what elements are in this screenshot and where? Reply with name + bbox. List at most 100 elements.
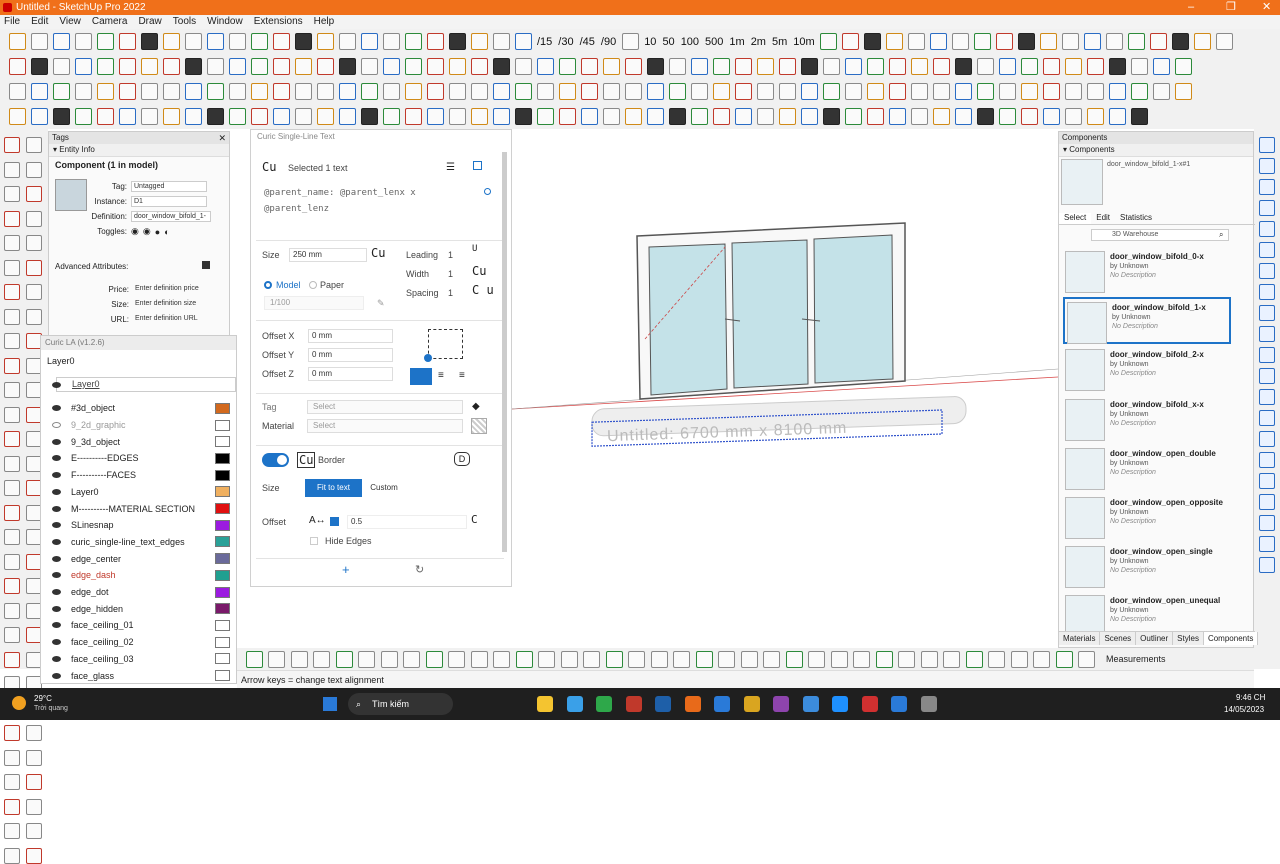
tool-button-icon[interactable]	[404, 83, 422, 100]
custom-button[interactable]: Custom	[364, 479, 404, 497]
tool-button-icon[interactable]	[8, 83, 26, 100]
tool-button-icon[interactable]	[952, 33, 970, 50]
tool-button-icon[interactable]	[910, 83, 928, 100]
view-tool-icon[interactable]	[1259, 221, 1275, 237]
tool-button-icon[interactable]	[886, 33, 904, 50]
layer-row[interactable]: F----------FACES	[41, 467, 238, 484]
tool-palette-icon[interactable]	[26, 161, 42, 178]
layer-row[interactable]: face_glass	[41, 667, 238, 684]
tool-button-icon[interactable]	[602, 83, 620, 100]
tool-button-icon[interactable]	[536, 58, 554, 75]
tool-button-icon[interactable]	[580, 108, 598, 125]
visibility-eye-icon[interactable]	[52, 655, 61, 662]
tool-palette-icon[interactable]	[4, 823, 20, 839]
tool-palette-icon[interactable]	[4, 749, 20, 766]
tool-button-icon[interactable]	[668, 108, 686, 125]
components-subheader[interactable]: ▾ Components	[1059, 144, 1253, 157]
tool-button-icon[interactable]	[624, 83, 642, 100]
tool-button-icon[interactable]	[360, 58, 378, 75]
tool-button-icon[interactable]	[1084, 33, 1102, 50]
tool-button-icon[interactable]	[910, 58, 928, 75]
tool-button-icon[interactable]	[1174, 83, 1192, 100]
menu-help[interactable]: Help	[314, 15, 335, 29]
tool-button-icon[interactable]	[30, 33, 48, 50]
toggle-lock-icon[interactable]: ◉	[143, 226, 151, 237]
tool-button-icon[interactable]	[844, 58, 862, 75]
view-tool-icon[interactable]	[1259, 494, 1275, 510]
tool-button-icon[interactable]	[822, 108, 840, 125]
offset-x-input[interactable]: 0 mm	[308, 329, 393, 343]
offset-checkbox[interactable]	[330, 517, 339, 526]
tool-button-icon[interactable]	[1040, 33, 1058, 50]
tool-button-icon[interactable]	[621, 33, 639, 50]
align-center-button[interactable]: ≡	[438, 370, 444, 381]
visibility-eye-icon[interactable]	[52, 505, 61, 512]
tool-button-icon[interactable]	[228, 58, 246, 75]
tool-palette-icon[interactable]	[26, 749, 42, 766]
tool-palette-icon[interactable]	[26, 186, 42, 202]
layer-color-swatch[interactable]	[215, 569, 230, 581]
text-content-area[interactable]: @parent_name: @parent_lenx x @parent_len…	[264, 185, 492, 235]
visibility-eye-icon[interactable]	[52, 605, 61, 612]
visibility-eye-icon[interactable]	[52, 438, 61, 445]
layer-row[interactable]: 9_2d_graphic	[41, 417, 238, 434]
view-tool-icon[interactable]	[1259, 368, 1275, 384]
tool-button-icon[interactable]	[272, 33, 290, 50]
tool-button-icon[interactable]	[404, 58, 422, 75]
bottom-tool-icon[interactable]	[763, 651, 780, 668]
bottom-tool-icon[interactable]	[605, 651, 623, 668]
tool-button-icon[interactable]	[996, 33, 1014, 50]
toggle-visibility-icon[interactable]: ◉	[131, 226, 139, 237]
tool-palette-icon[interactable]	[4, 798, 20, 815]
panel-tab-outliner[interactable]: Outliner	[1136, 632, 1174, 645]
tool-palette-icon[interactable]	[4, 578, 20, 594]
tool-button-icon[interactable]	[96, 108, 114, 125]
tool-button-icon[interactable]	[228, 33, 246, 50]
fit-to-text-button[interactable]: Fit to text	[305, 479, 362, 497]
view-tool-icon[interactable]	[1259, 179, 1275, 195]
component-item[interactable]: door_window_open_single by Unknown No Desc…	[1063, 543, 1231, 590]
tool-button-icon[interactable]	[426, 83, 444, 100]
layer-color-swatch[interactable]	[215, 402, 230, 414]
tool-button-icon[interactable]	[162, 33, 180, 50]
tool-button-icon[interactable]	[514, 33, 532, 50]
tool-button-icon[interactable]	[1106, 33, 1124, 50]
tool-palette-icon[interactable]	[4, 431, 20, 447]
menu-draw[interactable]: Draw	[138, 15, 161, 29]
component-item[interactable]: door_window_open_double by Unknown No Desc…	[1063, 445, 1231, 492]
taskbar-app-icon[interactable]	[566, 696, 583, 712]
layer-color-swatch[interactable]	[215, 553, 230, 565]
tool-button-icon[interactable]	[316, 108, 334, 125]
bottom-tool-icon[interactable]	[650, 651, 668, 668]
tool-button-icon[interactable]	[690, 58, 708, 75]
layer-color-swatch[interactable]	[215, 536, 230, 548]
tool-button-icon[interactable]	[954, 83, 972, 100]
tool-button-icon[interactable]	[866, 83, 884, 100]
refresh-button[interactable]: ↻	[415, 563, 424, 576]
tool-button-icon[interactable]	[448, 83, 466, 100]
view-tool-icon[interactable]	[1259, 515, 1275, 531]
tool-button-icon[interactable]	[756, 83, 774, 100]
tool-button-icon[interactable]	[250, 108, 268, 125]
add-button[interactable]: +	[342, 562, 350, 577]
tool-button-icon[interactable]	[52, 83, 70, 100]
hide-edges-checkbox[interactable]	[310, 537, 318, 545]
tool-button-icon[interactable]	[184, 108, 202, 125]
visibility-eye-icon[interactable]	[52, 639, 61, 646]
entity-info-header[interactable]: ▾ Entity Info	[49, 144, 229, 157]
tool-button-icon[interactable]	[866, 108, 884, 125]
paper-radio[interactable]	[309, 281, 317, 289]
advanced-toggle-icon[interactable]	[202, 261, 210, 269]
tool-button-icon[interactable]	[470, 58, 488, 75]
tool-palette-icon[interactable]	[26, 284, 42, 300]
visibility-eye-icon[interactable]	[52, 422, 61, 429]
tab-select[interactable]: Select	[1059, 213, 1092, 224]
toolbar-preset[interactable]: 1m	[729, 36, 744, 48]
tool-button-icon[interactable]	[800, 108, 818, 125]
tool-button-icon[interactable]	[118, 58, 136, 75]
layer-row[interactable]: edge_dash	[41, 567, 238, 584]
tool-palette-icon[interactable]	[4, 627, 20, 643]
menu-window[interactable]: Window	[207, 15, 243, 29]
tool-button-icon[interactable]	[646, 108, 664, 125]
tool-button-icon[interactable]	[294, 83, 312, 100]
